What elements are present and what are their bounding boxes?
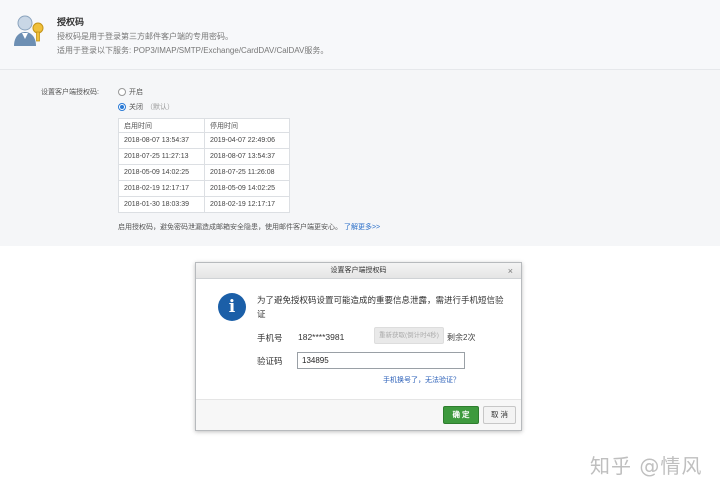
table-row: 2018-01-30 18:03:39 2018-02-19 12:17:17	[118, 196, 290, 213]
settings-panel: 授权码 授权码是用于登录第三方邮件客户端的专用密码。 适用于登录以下服务: PO…	[0, 0, 720, 246]
table-cell: 2018-08-07 13:54:37	[204, 148, 290, 165]
info-icon: i	[218, 293, 246, 321]
remaining-attempts: 剩余2次	[447, 333, 476, 342]
watermark: 知乎 @情风	[590, 454, 703, 478]
radio-enable-label: 开启	[129, 89, 143, 96]
verification-code-input[interactable]	[297, 352, 465, 369]
radio-disable[interactable]: 关闭 （默认）	[118, 102, 174, 112]
table-row: 2018-02-19 12:17:17 2018-05-09 14:02:25	[118, 180, 290, 197]
phone-label: 手机号	[257, 333, 283, 343]
dialog-titlebar: 设置客户端授权码 ×	[196, 263, 521, 279]
table-cell: 2018-07-25 11:27:13	[118, 148, 205, 165]
table-cell: 2018-02-19 12:17:17	[204, 196, 290, 213]
radio-disable-circle[interactable]	[118, 103, 126, 111]
cancel-button[interactable]: 取 消	[483, 406, 516, 424]
table-row: 2018-07-25 11:27:13 2018-08-07 13:54:37	[118, 148, 290, 165]
phone-changed-link[interactable]: 手机换号了，无法验证？	[383, 375, 460, 385]
dialog-message: 为了避免授权码设置可能造成的重要信息泄露，需进行手机短信验证	[257, 295, 504, 319]
user-key-icon	[14, 15, 44, 46]
table-cell: 2018-05-09 14:02:25	[118, 164, 205, 181]
radio-enable-circle[interactable]	[118, 88, 126, 96]
security-tip: 启用授权码，避免密码泄漏造成邮箱安全隐患，使用邮件客户端更安心。 了解更多>>	[118, 222, 380, 232]
radio-disable-hint: （默认）	[146, 104, 174, 111]
dialog-footer: 确 定 取 消	[196, 399, 521, 430]
security-tip-text: 启用授权码，避免密码泄漏造成邮箱安全隐患，使用邮件客户端更安心。	[118, 224, 342, 231]
table-cell: 2018-07-25 11:26:08	[204, 164, 290, 181]
table-row: 2018-08-07 13:54:37 2019-04-07 22:49:06	[118, 132, 290, 149]
table-cell: 2018-05-09 14:02:25	[204, 180, 290, 197]
code-label: 验证码	[257, 356, 283, 366]
setting-label: 设置客户端授权码:	[41, 89, 99, 96]
phone-number: 182****3981	[298, 332, 345, 342]
table-row: 2018-05-09 14:02:25 2018-07-25 11:26:08	[118, 164, 290, 181]
auth-code-dialog: 设置客户端授权码 × i 为了避免授权码设置可能造成的重要信息泄露，需进行手机短…	[195, 262, 522, 431]
header-services: 适用于登录以下服务: POP3/IMAP/SMTP/Exchange/CardD…	[57, 46, 329, 55]
table-cell: 2018-01-30 18:03:39	[118, 196, 205, 213]
radio-enable[interactable]: 开启	[118, 87, 143, 97]
confirm-button[interactable]: 确 定	[443, 406, 479, 424]
history-table: 启用时间 停用时间 2018-08-07 13:54:37 2019-04-07…	[118, 118, 290, 213]
dialog-title: 设置客户端授权码	[330, 267, 387, 274]
table-cell: 2018-08-07 13:54:37	[118, 132, 205, 149]
close-icon[interactable]: ×	[508, 263, 513, 279]
header-description: 授权码是用于登录第三方邮件客户端的专用密码。	[57, 32, 233, 41]
column-header-disable-time: 停用时间	[204, 118, 290, 133]
page-title: 授权码	[57, 17, 85, 27]
resend-code-button[interactable]: 重新获取(倒计时4秒)	[374, 327, 444, 344]
table-cell: 2018-02-19 12:17:17	[118, 180, 205, 197]
table-cell: 2019-04-07 22:49:06	[204, 132, 290, 149]
column-header-enable-time: 启用时间	[118, 118, 205, 133]
radio-disable-label: 关闭	[129, 104, 143, 111]
auth-code-header: 授权码 授权码是用于登录第三方邮件客户端的专用密码。 适用于登录以下服务: PO…	[0, 0, 720, 70]
table-header-row: 启用时间 停用时间	[118, 118, 290, 133]
learn-more-link[interactable]: 了解更多>>	[344, 224, 380, 231]
